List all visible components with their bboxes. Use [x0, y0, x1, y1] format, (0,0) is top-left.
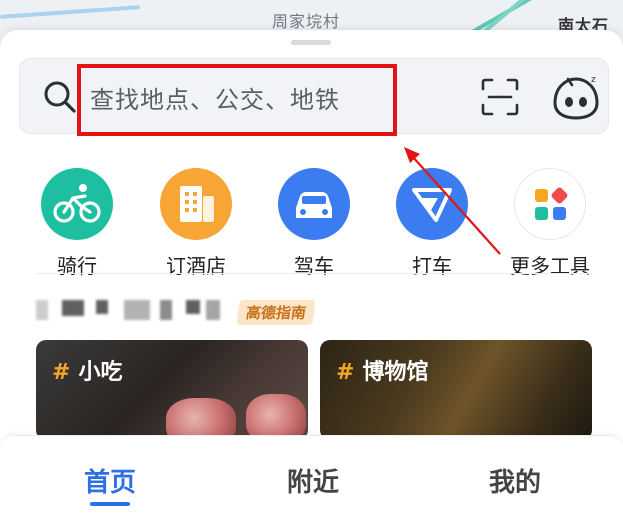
tool-icon-circle [396, 168, 468, 240]
tool-taxi[interactable]: 打车 [377, 168, 487, 279]
section-divider [36, 273, 592, 274]
tab-home[interactable]: 首页 [50, 462, 170, 499]
guide-badge: 高德指南 [236, 300, 316, 325]
bicycle-icon [53, 184, 101, 223]
tool-label: 更多工具 [510, 254, 590, 278]
tool-icon-circle [278, 168, 350, 240]
annotation-highlight-box [77, 64, 397, 136]
card-snack[interactable]: # 小吃 [36, 340, 308, 440]
hotel-building-icon [180, 186, 214, 222]
card-museum[interactable]: # 博物馆 [320, 340, 592, 440]
card-title-text: 小吃 [78, 360, 123, 385]
tool-label: 订酒店 [166, 254, 226, 278]
tab-nearby[interactable]: 附近 [253, 462, 373, 499]
drag-handle[interactable] [291, 40, 331, 45]
obscured-heading [36, 296, 236, 324]
food-image [246, 394, 306, 440]
map-road [0, 5, 140, 19]
taxi-arrow-icon [412, 188, 452, 222]
search-icon [44, 81, 76, 113]
food-image [166, 398, 236, 440]
bottom-tab-bar: 首页 附近 我的 [0, 435, 623, 525]
card-title-text: 博物馆 [362, 360, 429, 385]
tool-label: 打车 [412, 254, 452, 278]
voice-assistant-icon[interactable]: z [550, 73, 602, 121]
tab-mine[interactable]: 我的 [455, 462, 575, 499]
tool-icon-circle [41, 168, 113, 240]
tool-cycling[interactable]: 骑行 [22, 168, 132, 279]
scan-icon[interactable] [480, 77, 520, 117]
tool-label: 驾车 [294, 254, 334, 278]
tool-hotel[interactable]: 订酒店 [141, 168, 251, 279]
tool-icon-circle [514, 168, 586, 240]
more-tools-grid-icon [535, 187, 568, 220]
hash-icon: # [336, 360, 355, 385]
tool-label: 骑行 [57, 254, 97, 278]
svg-text:z: z [591, 75, 596, 85]
map-label-village: 周家垸村 [272, 12, 341, 31]
hash-icon: # [52, 360, 71, 385]
card-title: # 博物馆 [336, 354, 428, 386]
car-icon [296, 192, 332, 218]
tool-icon-circle [160, 168, 232, 240]
tab-active-indicator [90, 502, 130, 506]
tool-driving[interactable]: 驾车 [259, 168, 369, 279]
tool-more[interactable]: 更多工具 [495, 168, 605, 279]
quick-tools-row: 骑行 订酒店 驾车 打车 更多工具 [0, 140, 623, 278]
search-bar[interactable]: 查找地点、公交、地铁 z [19, 58, 609, 136]
card-title: # 小吃 [52, 354, 122, 386]
